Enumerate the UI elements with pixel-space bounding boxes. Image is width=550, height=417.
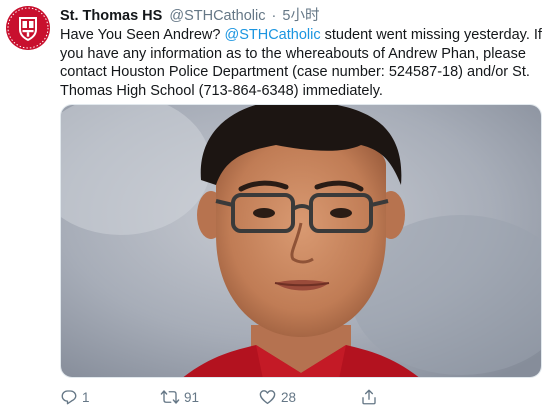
tweet-header: St. Thomas HS @STHCatholic · 5小时	[60, 7, 319, 25]
reply-icon	[61, 390, 77, 405]
tweet-photo[interactable]	[60, 104, 542, 378]
author-name[interactable]: St. Thomas HS	[60, 8, 162, 24]
retweet-icon	[160, 390, 180, 404]
share-icon	[362, 389, 376, 405]
student-portrait-image	[61, 105, 541, 377]
reply-button[interactable]: 1	[60, 388, 90, 406]
tweet-timestamp[interactable]: 5小时	[282, 8, 319, 24]
avatar[interactable]	[6, 6, 50, 50]
header-separator: ·	[271, 8, 277, 24]
reply-count: 1	[82, 389, 90, 405]
like-button[interactable]: 28	[258, 388, 296, 406]
mention-link[interactable]: @STHCatholic	[224, 27, 320, 43]
tweet: St. Thomas HS @STHCatholic · 5小时 Have Yo…	[0, 0, 550, 417]
like-count: 28	[281, 389, 297, 405]
tweet-text: Have You Seen Andrew? @STHCatholic stude…	[60, 26, 545, 100]
retweet-count: 91	[184, 389, 200, 405]
heart-icon	[259, 390, 276, 405]
school-crest-icon	[6, 6, 50, 50]
tweet-text-intro: Have You Seen Andrew?	[60, 27, 225, 43]
share-button[interactable]	[360, 388, 378, 406]
author-handle[interactable]: @STHCatholic	[169, 8, 265, 24]
tweet-actions: 1 91 28	[60, 386, 500, 408]
retweet-button[interactable]: 91	[160, 388, 199, 406]
